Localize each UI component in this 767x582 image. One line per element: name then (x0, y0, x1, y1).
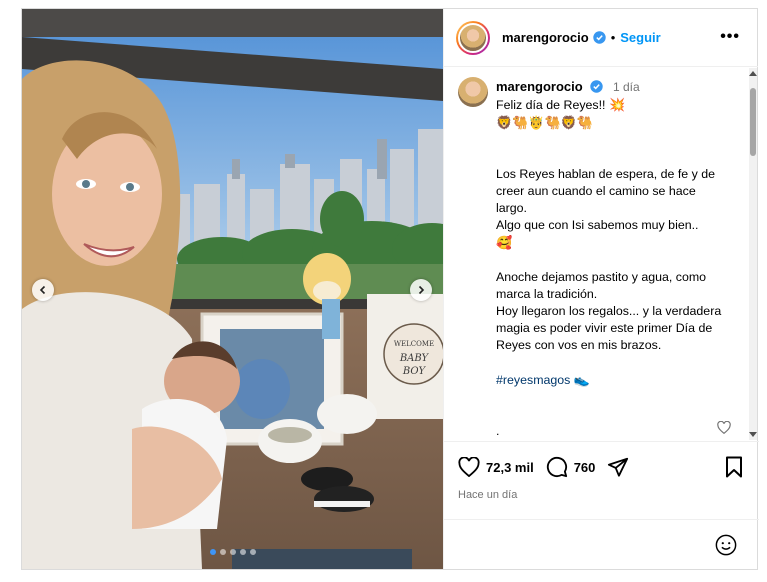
carousel-dot (219, 549, 226, 555)
caption-username[interactable]: marengorocio (496, 79, 583, 94)
scroll-up-arrow[interactable] (749, 71, 757, 76)
author-username[interactable]: marengorocio (502, 30, 589, 45)
carousel-dot (239, 549, 246, 555)
post-modal: WELCOME BABY BOY marengorocio • Seguir •… (21, 8, 759, 570)
follow-button[interactable]: Seguir (620, 30, 660, 45)
scroll-thumb[interactable] (750, 88, 756, 156)
comment-icon (546, 456, 567, 478)
carousel-dot (249, 549, 256, 555)
add-comment-bar (444, 519, 759, 569)
share-icon (608, 457, 629, 477)
carousel-dot (229, 549, 236, 555)
caption-text: Feliz día de Reyes!! 💥 🦁🐫🤴🐫🦁🐫 Los Reyes … (496, 96, 729, 440)
bookmark-icon[interactable] (725, 456, 743, 478)
caption-comment: marengorocio 1 día Feliz día de Reyes!! … (444, 68, 759, 440)
caption-paragraph-1: Los Reyes hablan de espera, de fe y de c… (496, 167, 716, 232)
caption-avatar[interactable] (458, 77, 488, 107)
emoji-icon[interactable] (715, 534, 737, 556)
carousel-next-button[interactable] (410, 279, 432, 301)
hashtag-emoji: 👟 (573, 372, 591, 387)
post-actions: 72,3 mil 760 Hace un día (444, 441, 759, 501)
post-side-panel: marengorocio • Seguir ••• marengorocio 1… (443, 9, 759, 569)
caption-header: marengorocio 1 día (496, 78, 729, 96)
chevron-right-icon (418, 285, 425, 295)
gift-card-boy-text: BOY (402, 366, 427, 377)
post-photo[interactable]: WELCOME BABY BOY (22, 9, 443, 569)
gift-card-welcome-text: WELCOME (394, 340, 434, 348)
carousel-dot (209, 549, 216, 555)
caption-paragraph-1-emoji: 🥰 (496, 235, 513, 250)
author-avatar[interactable] (456, 20, 490, 55)
gift-card-baby-text: BABY (399, 353, 430, 364)
share-button[interactable] (607, 456, 629, 478)
comments-area[interactable]: marengorocio 1 día Feliz día de Reyes!! … (444, 68, 759, 440)
comment-button[interactable]: 760 (546, 456, 596, 478)
post-date[interactable]: Hace un día (458, 489, 745, 501)
photo-illustration: WELCOME BABY BOY (22, 9, 443, 569)
chevron-left-icon (39, 285, 46, 295)
caption-emoji-row: 🦁🐫🤴🐫🦁🐫 (496, 115, 594, 130)
comments-count[interactable]: 760 (574, 460, 596, 475)
heart-icon (458, 457, 480, 477)
caption-verified-icon (590, 80, 604, 93)
scroll-down-arrow[interactable] (749, 432, 757, 437)
comments-scrollbar[interactable] (747, 68, 757, 440)
more-options-icon[interactable]: ••• (720, 29, 740, 45)
caption-line1: Feliz día de Reyes!! (496, 98, 609, 112)
comment-like-heart-icon[interactable] (717, 421, 731, 434)
caption-line1-emoji: 💥 (608, 97, 626, 112)
caption-paragraph-2: Anoche dejamos pastito y agua, como marc… (496, 270, 722, 352)
verified-badge-icon (592, 31, 606, 44)
hashtag-link[interactable]: #reyesmagos (496, 373, 570, 387)
caption-time[interactable]: 1 día (613, 80, 640, 94)
like-button[interactable]: 72,3 mil (458, 457, 534, 477)
caption-partial-line: . (496, 424, 500, 438)
carousel-indicator (22, 549, 443, 555)
likes-count[interactable]: 72,3 mil (486, 460, 534, 475)
carousel-prev-button[interactable] (32, 279, 54, 301)
header-separator: • (610, 30, 616, 45)
post-header: marengorocio • Seguir ••• (444, 9, 758, 67)
